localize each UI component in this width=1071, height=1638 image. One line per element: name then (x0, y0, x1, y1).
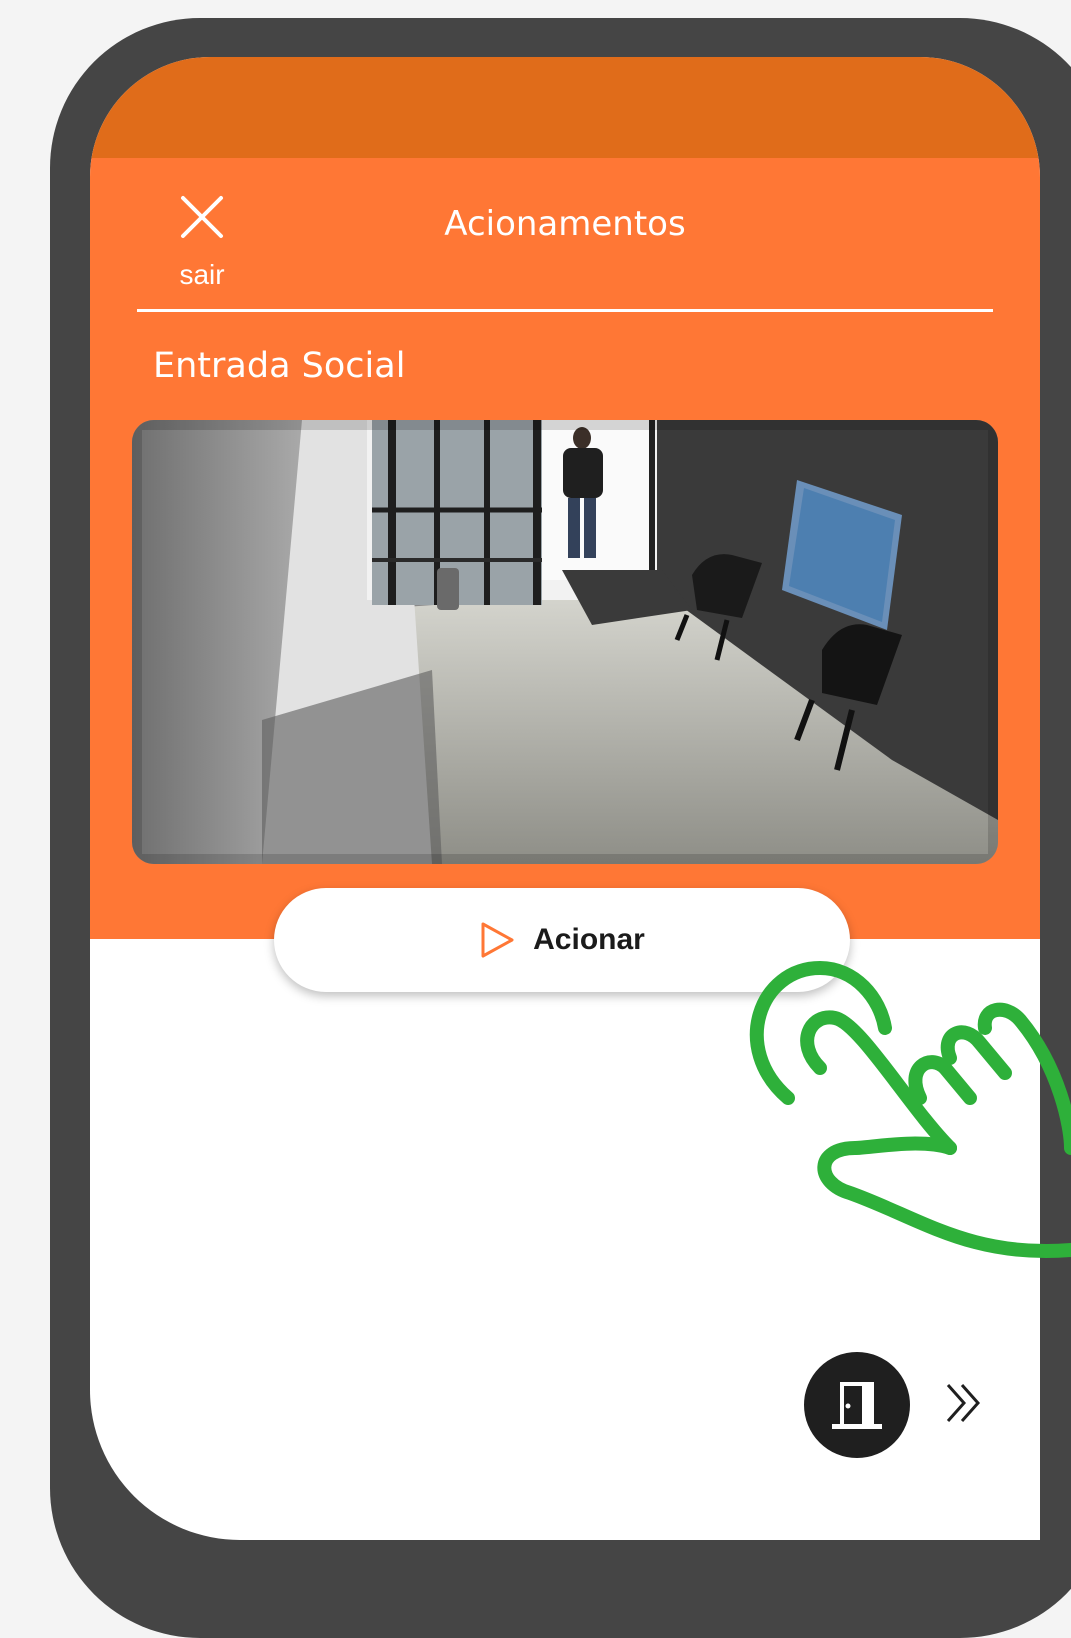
page-title: Acionamentos (444, 204, 686, 244)
chevrons-right-icon[interactable] (938, 1377, 990, 1429)
door-button[interactable] (804, 1352, 910, 1458)
play-icon (481, 922, 514, 958)
camera-feed (132, 420, 998, 864)
header-divider (137, 309, 993, 312)
app-screen: sair Acionamentos Entrada Social Acionar (90, 57, 1040, 1540)
section-title: Entrada Social (153, 346, 406, 386)
status-bar (90, 57, 1040, 158)
door-icon (832, 1382, 882, 1429)
tap-hand-icon (749, 961, 1071, 1258)
close-label: sair (179, 259, 225, 290)
camera-image (132, 420, 998, 864)
acionar-label: Acionar (533, 923, 645, 956)
